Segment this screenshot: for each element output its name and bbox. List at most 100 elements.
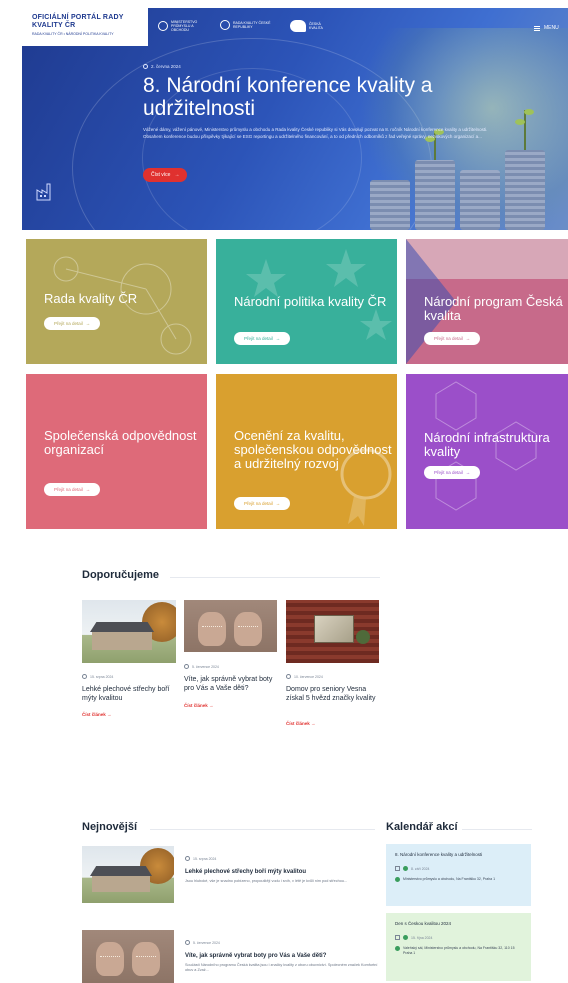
read-more-button[interactable]: Číst více → [143, 168, 188, 182]
news-excerpt: Součástí Národního programu Česká kvalit… [185, 963, 378, 972]
tile-title: Rada kvality ČR [44, 291, 138, 306]
hero-title: 8. Národní konference kvality a udržitel… [143, 74, 433, 120]
news-date-text: 15. srpna 2024 [193, 856, 217, 861]
section-title-recommended: Doporučujeme [82, 569, 160, 581]
mpo-emblem-icon [158, 21, 168, 31]
partner-logo-ceska-kvalita[interactable]: ČESKÁ KVALITA [290, 20, 329, 32]
tile-title: Společenská odpovědnost organizací [44, 428, 197, 457]
clock-icon [185, 940, 190, 945]
tile-narodni-infrastruktura[interactable]: Národní infrastruktura kvality Přejít na… [406, 374, 568, 529]
read-more-label: Číst více [151, 172, 171, 178]
clock-icon [143, 64, 148, 69]
location-icon [395, 946, 400, 951]
arrow-right-icon: → [465, 336, 471, 341]
article-date: 10. července 2024 [286, 674, 323, 679]
clock-icon [185, 856, 190, 861]
arrow-right-icon: → [85, 487, 91, 492]
arrow-right-icon: → [275, 336, 281, 341]
tile-title: Národní infrastruktura kvality [424, 430, 550, 459]
event-date: 15. října 2024 [395, 935, 522, 940]
calendar-event[interactable]: 8. Národní konference kvality a udržitel… [386, 844, 531, 906]
tile-narodni-program[interactable]: Národní program Česká kvalita Přejít na … [406, 239, 568, 364]
coin-stacks-illustration [360, 109, 560, 230]
tile-detail-label: Přejít na detail [54, 321, 83, 326]
article-image-plaque[interactable] [286, 600, 379, 663]
article-title[interactable]: Domov pro seniory Vesna získal 5 hvězd z… [286, 686, 380, 703]
tile-spolecenska-odpovednost[interactable]: Společenská odpovědnost organizací Přejí… [26, 374, 207, 529]
news-excerpt: Jsou hluboké, vše je snadno pobízeno, pr… [185, 879, 348, 883]
menu-button[interactable]: MENU [534, 25, 559, 31]
tile-detail-button[interactable]: Přejít na detail → [234, 332, 291, 345]
read-article-label: Číst článek [286, 721, 310, 726]
partner-name-ceska-kvalita: ČESKÁ KVALITA [309, 22, 323, 30]
menu-label: MENU [544, 25, 559, 31]
event-place-text: Ministerstvo průmyslu a obchodu, Na Fran… [403, 877, 496, 881]
article-title[interactable]: Víte, jak správně vybrat boty pro Vás a … [184, 676, 278, 693]
event-status-icon [403, 935, 408, 940]
article-date-text: 5. července 2024 [192, 664, 219, 669]
event-date: 8. září 2024 [395, 866, 522, 871]
article-date: 15. srpna 2024 [82, 674, 113, 679]
location-icon [395, 877, 400, 882]
event-place-text: Valeňský sál, Ministerstvo průmyslu a ob… [403, 946, 515, 955]
news-image-shoes[interactable] [82, 930, 174, 983]
news-date: 5. července 2024 [185, 940, 220, 945]
partner-logo-mpo[interactable]: MINISTERSTVO PRŮMYSLU A OBCHODU [158, 20, 211, 32]
tile-title: Národní politika kvality ČR [234, 294, 387, 309]
tile-detail-label: Přejít na detail [244, 336, 273, 341]
section-title-latest: Nejnovější [82, 821, 138, 833]
factory-icon [36, 183, 51, 201]
tile-detail-button[interactable]: Přejít na detail → [424, 332, 481, 345]
ceska-kvalita-emblem-icon [290, 20, 306, 32]
tile-oceneni[interactable]: Ocenění za kvalitu, společenskou odpověd… [216, 374, 397, 529]
article-date: 5. července 2024 [184, 664, 219, 669]
tile-detail-button[interactable]: Přejít na detail → [424, 466, 481, 479]
article-title[interactable]: Lehké plechové střechy boří mýty kvalito… [82, 686, 174, 703]
partner-name-mpo: MINISTERSTVO PRŮMYSLU A OBCHODU [171, 20, 198, 32]
calendar-event[interactable]: Den s Českou kvalitou 2024 15. října 202… [386, 913, 531, 981]
read-article-link[interactable]: Číst článek → [286, 721, 316, 726]
tile-detail-button[interactable]: Přejít na detail → [44, 483, 101, 496]
arrow-right-icon: → [107, 712, 112, 717]
read-article-link[interactable]: Číst článek → [184, 703, 214, 708]
article-image-shoes[interactable] [184, 600, 277, 652]
tile-detail-button[interactable]: Přejít na detail → [234, 497, 291, 510]
partner-logo-rada[interactable]: RADA KVALITY ČESKÉ REPUBLIKY [220, 20, 273, 30]
news-title[interactable]: Víte, jak správně vybrat boty pro Vás a … [185, 953, 326, 959]
hamburger-icon [534, 25, 540, 31]
arrow-right-icon: → [209, 703, 214, 708]
partner-name-rada: RADA KVALITY ČESKÉ REPUBLIKY [233, 21, 271, 29]
article-date-text: 10. července 2024 [294, 674, 323, 679]
hero-date-text: 2. června 2024 [151, 64, 181, 69]
event-place: Valeňský sál, Ministerstvo průmyslu a ob… [395, 946, 522, 956]
tile-narodni-politika[interactable]: Národní politika kvality ČR Přejít na de… [216, 239, 397, 364]
event-status-icon [403, 866, 408, 871]
tile-detail-label: Přejít na detail [54, 487, 83, 492]
logo-title: OFICIÁLNÍ PORTÁL RADY KVALITY ČR [32, 14, 124, 29]
site-logo[interactable]: OFICIÁLNÍ PORTÁL RADY KVALITY ČR RADA KV… [22, 8, 148, 46]
logo-subtitle: RADA KVALITY ČR • NÁRODNÍ POLITIKA KVALI… [32, 32, 114, 36]
tile-rada-kvality[interactable]: Rada kvality ČR Přejít na detail → [26, 239, 207, 364]
arrow-right-icon: → [174, 172, 180, 178]
event-date-text: 15. října 2024 [411, 935, 433, 940]
event-place: Ministerstvo průmyslu a obchodu, Na Fran… [395, 877, 522, 882]
read-article-link[interactable]: Číst článek → [82, 712, 112, 717]
tile-title: Národní program Česká kvalita [424, 294, 563, 323]
news-image-house[interactable] [82, 846, 174, 903]
tile-detail-label: Přejít na detail [244, 501, 273, 506]
divider [462, 829, 532, 830]
tile-detail-button[interactable]: Přejít na detail → [44, 317, 101, 330]
event-title: 8. Národní konference kvality a udržitel… [395, 852, 483, 857]
tile-detail-label: Přejít na detail [434, 470, 463, 475]
tile-title: Ocenění za kvalitu, společenskou odpověd… [234, 428, 392, 471]
clock-icon [184, 664, 189, 669]
read-article-label: Číst článek [82, 712, 106, 717]
section-title-calendar: Kalendář akcí [386, 821, 458, 833]
article-image-house[interactable] [82, 600, 176, 663]
rada-emblem-icon [220, 20, 230, 30]
tile-detail-label: Přejít na detail [434, 336, 463, 341]
news-title[interactable]: Lehké plechové střechy boří mýty kvalito… [185, 869, 306, 875]
article-date-text: 15. srpna 2024 [90, 674, 114, 679]
divider [170, 577, 380, 578]
arrow-right-icon: → [465, 470, 471, 475]
